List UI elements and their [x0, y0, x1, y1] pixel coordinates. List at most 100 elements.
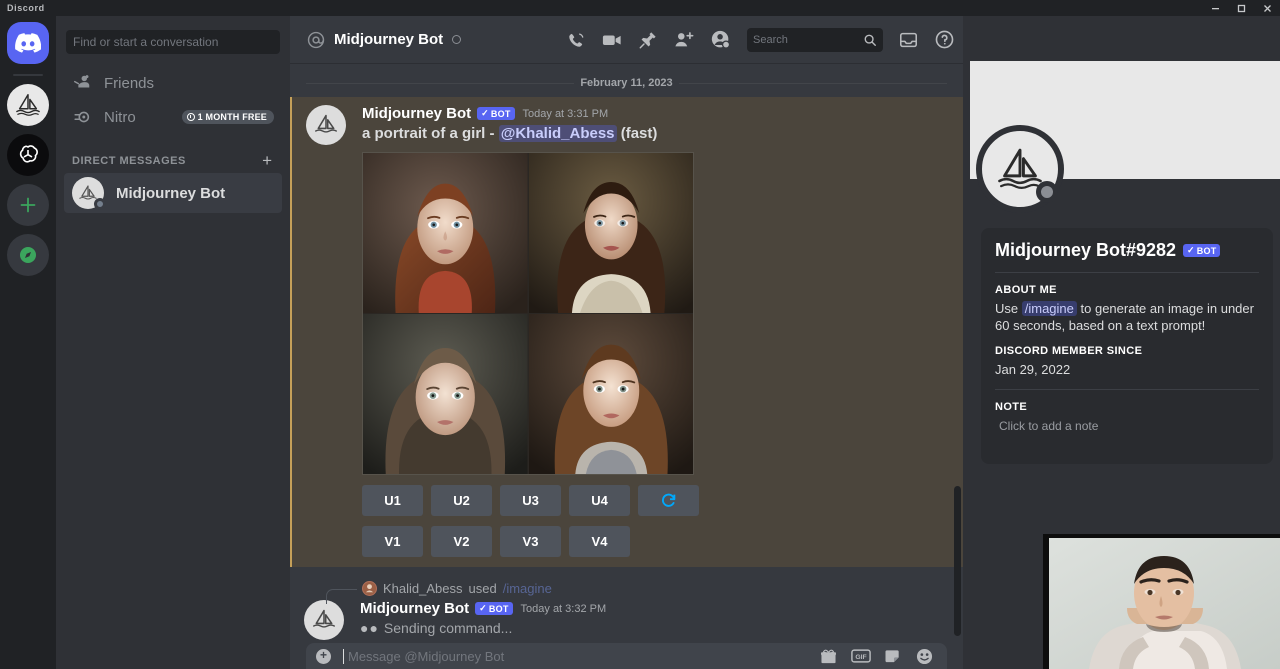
user-mention[interactable]: @Khalid_Abess — [499, 125, 617, 142]
member-since-section: DISCORD MEMBER SINCE Jan 29, 2022 — [995, 345, 1259, 378]
variation-button-v3[interactable]: V3 — [500, 526, 561, 557]
command-used-verb: used — [469, 581, 497, 596]
help-icon[interactable] — [934, 29, 955, 50]
avatar — [72, 177, 104, 209]
minimize-button[interactable] — [1202, 0, 1228, 16]
chat-header: Midjourney Bot — [290, 16, 963, 64]
rail-item-midjourney-server[interactable] — [7, 84, 49, 126]
avatar — [362, 581, 377, 596]
status-badge — [94, 198, 106, 210]
svg-text:GIF: GIF — [855, 654, 866, 661]
note-input[interactable]: Click to add a note — [995, 417, 1259, 435]
voice-call-icon[interactable] — [566, 30, 586, 50]
variation-button-v1[interactable]: V1 — [362, 526, 423, 557]
generated-image-3[interactable] — [363, 314, 528, 474]
prompt-separator: - — [490, 125, 495, 142]
window-controls — [1202, 0, 1280, 16]
message-scrollbar[interactable] — [954, 486, 961, 636]
sidebar-item-nitro-label: Nitro — [104, 109, 136, 126]
user-profile-icon[interactable] — [710, 29, 732, 51]
message-header: Midjourney Bot ✓ BOT Today at 3:32 PM — [360, 600, 947, 617]
variation-button-v4[interactable]: V4 — [569, 526, 630, 557]
about-me-body: Use /imagine to generate an image in und… — [995, 300, 1259, 334]
generated-image-1[interactable] — [363, 153, 528, 313]
variation-button-row: V1 V2 V3 V4 — [362, 526, 947, 557]
check-icon: ✓ — [479, 603, 487, 614]
message-content: a portrait of a girl - @Khalid_Abess (fa… — [362, 125, 947, 142]
profile-card: Midjourney Bot#9282 ✓ BOT ABOUT ME Use /… — [981, 228, 1273, 464]
rail-divider — [13, 74, 43, 76]
profile-divider — [995, 272, 1259, 273]
conversation-search-placeholder: Find or start a conversation — [73, 35, 218, 49]
note-section: NOTE Click to add a note — [995, 401, 1259, 435]
command-name[interactable]: /imagine — [503, 581, 552, 596]
create-dm-icon[interactable]: + — [262, 152, 272, 169]
upscale-button-u3[interactable]: U3 — [500, 485, 561, 516]
maximize-button[interactable] — [1228, 0, 1254, 16]
message-list[interactable]: February 11, 2023 Midjourney Bot — [290, 65, 963, 669]
about-me-prefix: Use — [995, 301, 1018, 316]
rail-item-add-server[interactable] — [7, 184, 49, 226]
nitro-promo-text: 1 MONTH FREE — [198, 112, 267, 122]
chat-column: Midjourney Bot — [290, 16, 963, 669]
close-button[interactable] — [1254, 0, 1280, 16]
message-composer[interactable]: + Message @Midjourney Bot GIF — [306, 643, 947, 669]
generated-image-4[interactable] — [529, 314, 694, 474]
bot-badge: ✓ BOT — [1183, 244, 1220, 257]
profile-avatar[interactable] — [976, 125, 1064, 213]
upscale-button-u2[interactable]: U2 — [431, 485, 492, 516]
sailboat-icon — [7, 84, 49, 126]
note-label: NOTE — [995, 401, 1259, 413]
gift-icon[interactable] — [820, 649, 837, 664]
sidebar-item-midjourney-bot-label: Midjourney Bot — [116, 185, 225, 202]
about-me-command[interactable]: /imagine — [1022, 301, 1077, 316]
search-input[interactable]: Search — [747, 28, 883, 52]
webcam-overlay — [1043, 534, 1280, 669]
bot-badge: ✓ BOT — [477, 107, 514, 120]
rail-item-explore-servers[interactable] — [7, 234, 49, 276]
status-circle-icon — [452, 35, 461, 44]
generated-image-grid[interactable] — [362, 152, 694, 475]
nitro-promo-badge: 1 MONTH FREE — [182, 110, 274, 124]
rail-item-discord-home[interactable] — [7, 22, 49, 64]
sidebar-item-friends[interactable]: Friends — [64, 66, 282, 100]
attach-icon[interactable]: + — [316, 649, 331, 664]
message-pending: Khalid_Abess used /imagine Midjourney Bo… — [290, 581, 963, 640]
composer-icons: GIF — [820, 648, 933, 665]
sidebar-item-nitro[interactable]: Nitro 1 MONTH FREE — [64, 100, 282, 134]
message-author[interactable]: Midjourney Bot — [362, 105, 471, 122]
conversation-search-input[interactable]: Find or start a conversation — [66, 30, 280, 54]
direct-messages-header: DIRECT MESSAGES + — [72, 152, 282, 169]
page-title: Midjourney Bot — [334, 31, 443, 48]
emoji-icon[interactable] — [916, 648, 933, 665]
rail-item-openai-server[interactable] — [7, 134, 49, 176]
message-timestamp: Today at 3:31 PM — [523, 108, 609, 120]
video-call-icon[interactable] — [601, 30, 623, 50]
sidebar-item-midjourney-bot[interactable]: Midjourney Bot — [64, 173, 282, 213]
prompt-text: a portrait of a girl — [362, 125, 485, 142]
avatar[interactable] — [306, 105, 346, 145]
message-author[interactable]: Midjourney Bot — [360, 600, 469, 617]
add-friend-icon[interactable] — [673, 30, 695, 50]
upscale-button-row: U1 U2 U3 U4 — [362, 485, 947, 516]
upscale-button-u4[interactable]: U4 — [569, 485, 630, 516]
openai-icon — [7, 134, 49, 176]
bot-badge-label: BOT — [489, 604, 509, 614]
pin-icon[interactable] — [638, 30, 658, 50]
reroll-button[interactable] — [638, 485, 699, 516]
variation-button-v2[interactable]: V2 — [431, 526, 492, 557]
nitro-icon — [72, 107, 92, 127]
generated-image-2[interactable] — [529, 153, 694, 313]
sticker-icon[interactable] — [885, 648, 902, 664]
upscale-button-u1[interactable]: U1 — [362, 485, 423, 516]
bot-badge: ✓ BOT — [475, 602, 512, 615]
date-divider: February 11, 2023 — [306, 77, 947, 89]
profile-name-row: Midjourney Bot#9282 ✓ BOT — [995, 240, 1259, 261]
gif-icon[interactable]: GIF — [851, 649, 871, 663]
command-used-username[interactable]: Khalid_Abess — [383, 581, 463, 596]
date-divider-label: February 11, 2023 — [574, 77, 678, 89]
webcam-video — [1049, 538, 1280, 669]
dm-sidebar: Find or start a conversation Friends — [56, 16, 290, 669]
inbox-icon[interactable] — [898, 30, 919, 50]
avatar[interactable] — [304, 600, 344, 640]
